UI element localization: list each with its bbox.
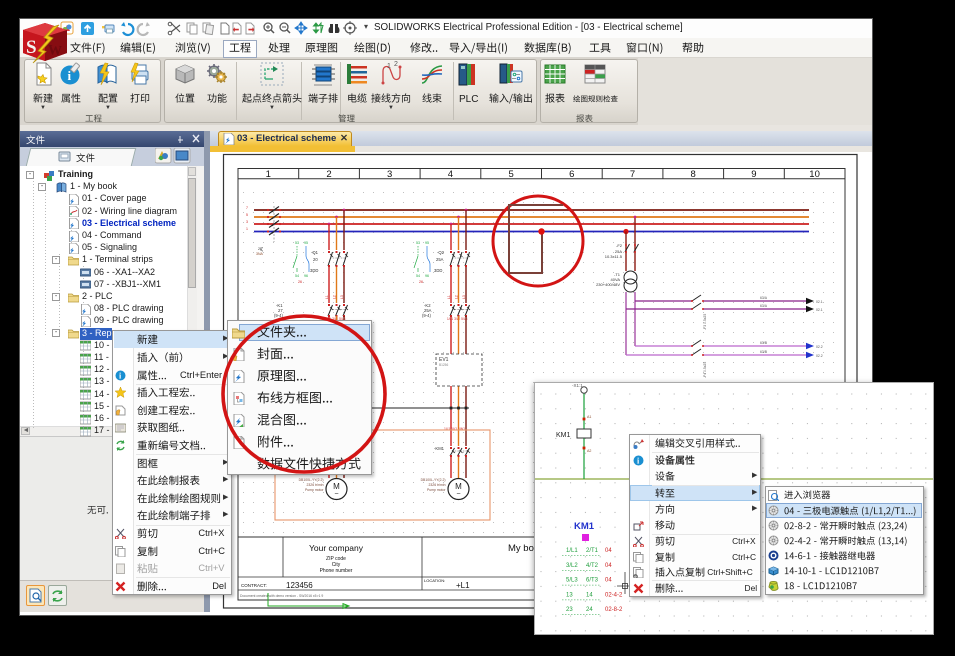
svg-text:-KM1: -KM1: [434, 446, 445, 451]
svg-text:L2: L2: [333, 295, 337, 299]
svg-text:25A: 25A: [436, 257, 444, 262]
svg-text:63/B: 63/B: [760, 341, 768, 345]
svg-text:Pump motor: Pump motor: [305, 488, 324, 492]
svg-text:W: W: [48, 42, 62, 59]
svg-text:02.2: 02.2: [816, 354, 823, 358]
svg-text:53: 53: [295, 241, 299, 245]
svg-text:4/T2: 4/T2: [586, 563, 599, 569]
svg-text:-F4 0.5x25: -F4 0.5x25: [703, 362, 707, 378]
svg-text:2326 tr/min: 2326 tr/min: [429, 483, 446, 487]
svg-text:6/T3: 6/T3: [586, 578, 599, 584]
svg-text:CONTRACT:: CONTRACT:: [241, 583, 267, 588]
svg-text:04: 04: [605, 563, 612, 569]
svg-text:02-4-2: 02-4-2: [605, 592, 623, 598]
svg-text:KM1: KM1: [556, 432, 571, 439]
svg-text:L3: L3: [462, 295, 466, 299]
svg-text:02.2: 02.2: [816, 345, 823, 349]
svg-text:2326 tr/min: 2326 tr/min: [307, 483, 324, 487]
svg-text:96: 96: [425, 274, 429, 278]
svg-text:04: 04: [605, 548, 612, 554]
svg-text:04: 04: [605, 578, 612, 584]
svg-text:96: 96: [304, 274, 308, 278]
svg-text:5: 5: [246, 213, 248, 217]
svg-text:Document created with demo ver: Document created with demo version - SW2…: [240, 594, 323, 598]
svg-text:63/A: 63/A: [760, 304, 768, 308]
svg-text:A2: A2: [587, 449, 591, 453]
svg-text:3DD: 3DD: [310, 268, 318, 273]
svg-text:~: ~: [456, 491, 460, 498]
svg-text:3: 3: [246, 220, 248, 224]
svg-text:10.3x11.5: 10.3x11.5: [605, 254, 623, 259]
svg-text:63/A: 63/A: [760, 296, 768, 300]
svg-text:10: 10: [809, 169, 820, 180]
svg-text:6: 6: [569, 169, 574, 180]
svg-text:3/L2: 3/L2: [566, 563, 578, 569]
svg-text:7: 7: [246, 206, 248, 210]
svg-text:1: 1: [246, 227, 248, 231]
svg-text:26: 26: [419, 280, 423, 284]
svg-text:14: 14: [586, 592, 593, 598]
svg-text:L2: L2: [455, 295, 459, 299]
svg-text:24: 24: [586, 607, 593, 613]
svg-text:DB100L-YY(2.2): DB100L-YY(2.2): [421, 478, 446, 482]
svg-text:02.1: 02.1: [816, 300, 823, 304]
svg-text:L1: L1: [447, 295, 451, 299]
svg-text:1: 1: [387, 63, 391, 70]
svg-text:3: 3: [387, 169, 392, 180]
svg-text:53: 53: [416, 241, 420, 245]
svg-text:95: 95: [425, 241, 429, 245]
svg-text:20: 20: [258, 247, 262, 251]
svg-text:23: 23: [566, 607, 573, 613]
svg-text:+L1: +L1: [456, 581, 470, 590]
svg-text:B1256: B1256: [439, 363, 448, 367]
svg-text:S: S: [26, 37, 37, 58]
svg-text:26: 26: [298, 280, 302, 284]
svg-text:A1: A1: [587, 415, 591, 419]
svg-text:LOCATION:: LOCATION:: [424, 578, 445, 583]
svg-text:DB100L-YY(2.2): DB100L-YY(2.2): [299, 478, 324, 482]
svg-text:20: 20: [313, 257, 318, 262]
svg-text:63/B: 63/B: [760, 350, 768, 354]
svg-text:-Q1: -Q1: [311, 250, 319, 255]
svg-text:L1: L1: [325, 295, 329, 299]
svg-text:3NA: 3NA: [256, 252, 263, 256]
svg-text:-F3 0.5x25: -F3 0.5x25: [703, 314, 707, 330]
svg-text:M: M: [455, 482, 462, 491]
svg-text:Your company: Your company: [309, 543, 364, 553]
svg-text:(9-4): (9-4): [274, 313, 283, 318]
svg-text:4: 4: [448, 169, 453, 180]
svg-text:2/T1: 2/T1: [586, 548, 599, 554]
svg-text:5/L3: 5/L3: [566, 578, 578, 584]
svg-text:Phone number: Phone number: [320, 568, 353, 574]
svg-text:9: 9: [751, 169, 756, 180]
svg-text:Pump motor: Pump motor: [427, 488, 446, 492]
svg-text:2: 2: [326, 169, 331, 180]
svg-text:2: 2: [394, 61, 398, 68]
svg-text:54: 54: [416, 274, 420, 278]
svg-text:3DD: 3DD: [434, 268, 442, 273]
svg-text:95: 95: [304, 241, 308, 245]
svg-text:-Q2: -Q2: [437, 250, 445, 255]
svg-text:8: 8: [691, 169, 696, 180]
svg-text:02.1: 02.1: [816, 308, 823, 312]
svg-text:KM1: KM1: [574, 521, 595, 532]
svg-text:1: 1: [266, 169, 271, 180]
svg-text:-X1:1: -X1:1: [572, 383, 583, 388]
svg-text:7: 7: [630, 169, 635, 180]
svg-text:123456: 123456: [286, 581, 313, 590]
svg-text:13: 13: [566, 592, 573, 598]
svg-text:230+400/48V: 230+400/48V: [596, 282, 620, 287]
svg-text:5: 5: [508, 169, 513, 180]
svg-text:1/L1 3/L2 5/L3: 1/L1 3/L2 5/L3: [447, 317, 468, 321]
svg-text:1/L1: 1/L1: [566, 548, 578, 554]
svg-text:(9-4): (9-4): [422, 313, 431, 318]
svg-text:M: M: [333, 482, 340, 491]
svg-text:54: 54: [295, 274, 299, 278]
svg-text:L3: L3: [340, 295, 344, 299]
svg-text:-F2: -F2: [616, 243, 623, 248]
svg-text:02-8-2: 02-8-2: [605, 607, 623, 613]
svg-text:~: ~: [334, 491, 338, 498]
